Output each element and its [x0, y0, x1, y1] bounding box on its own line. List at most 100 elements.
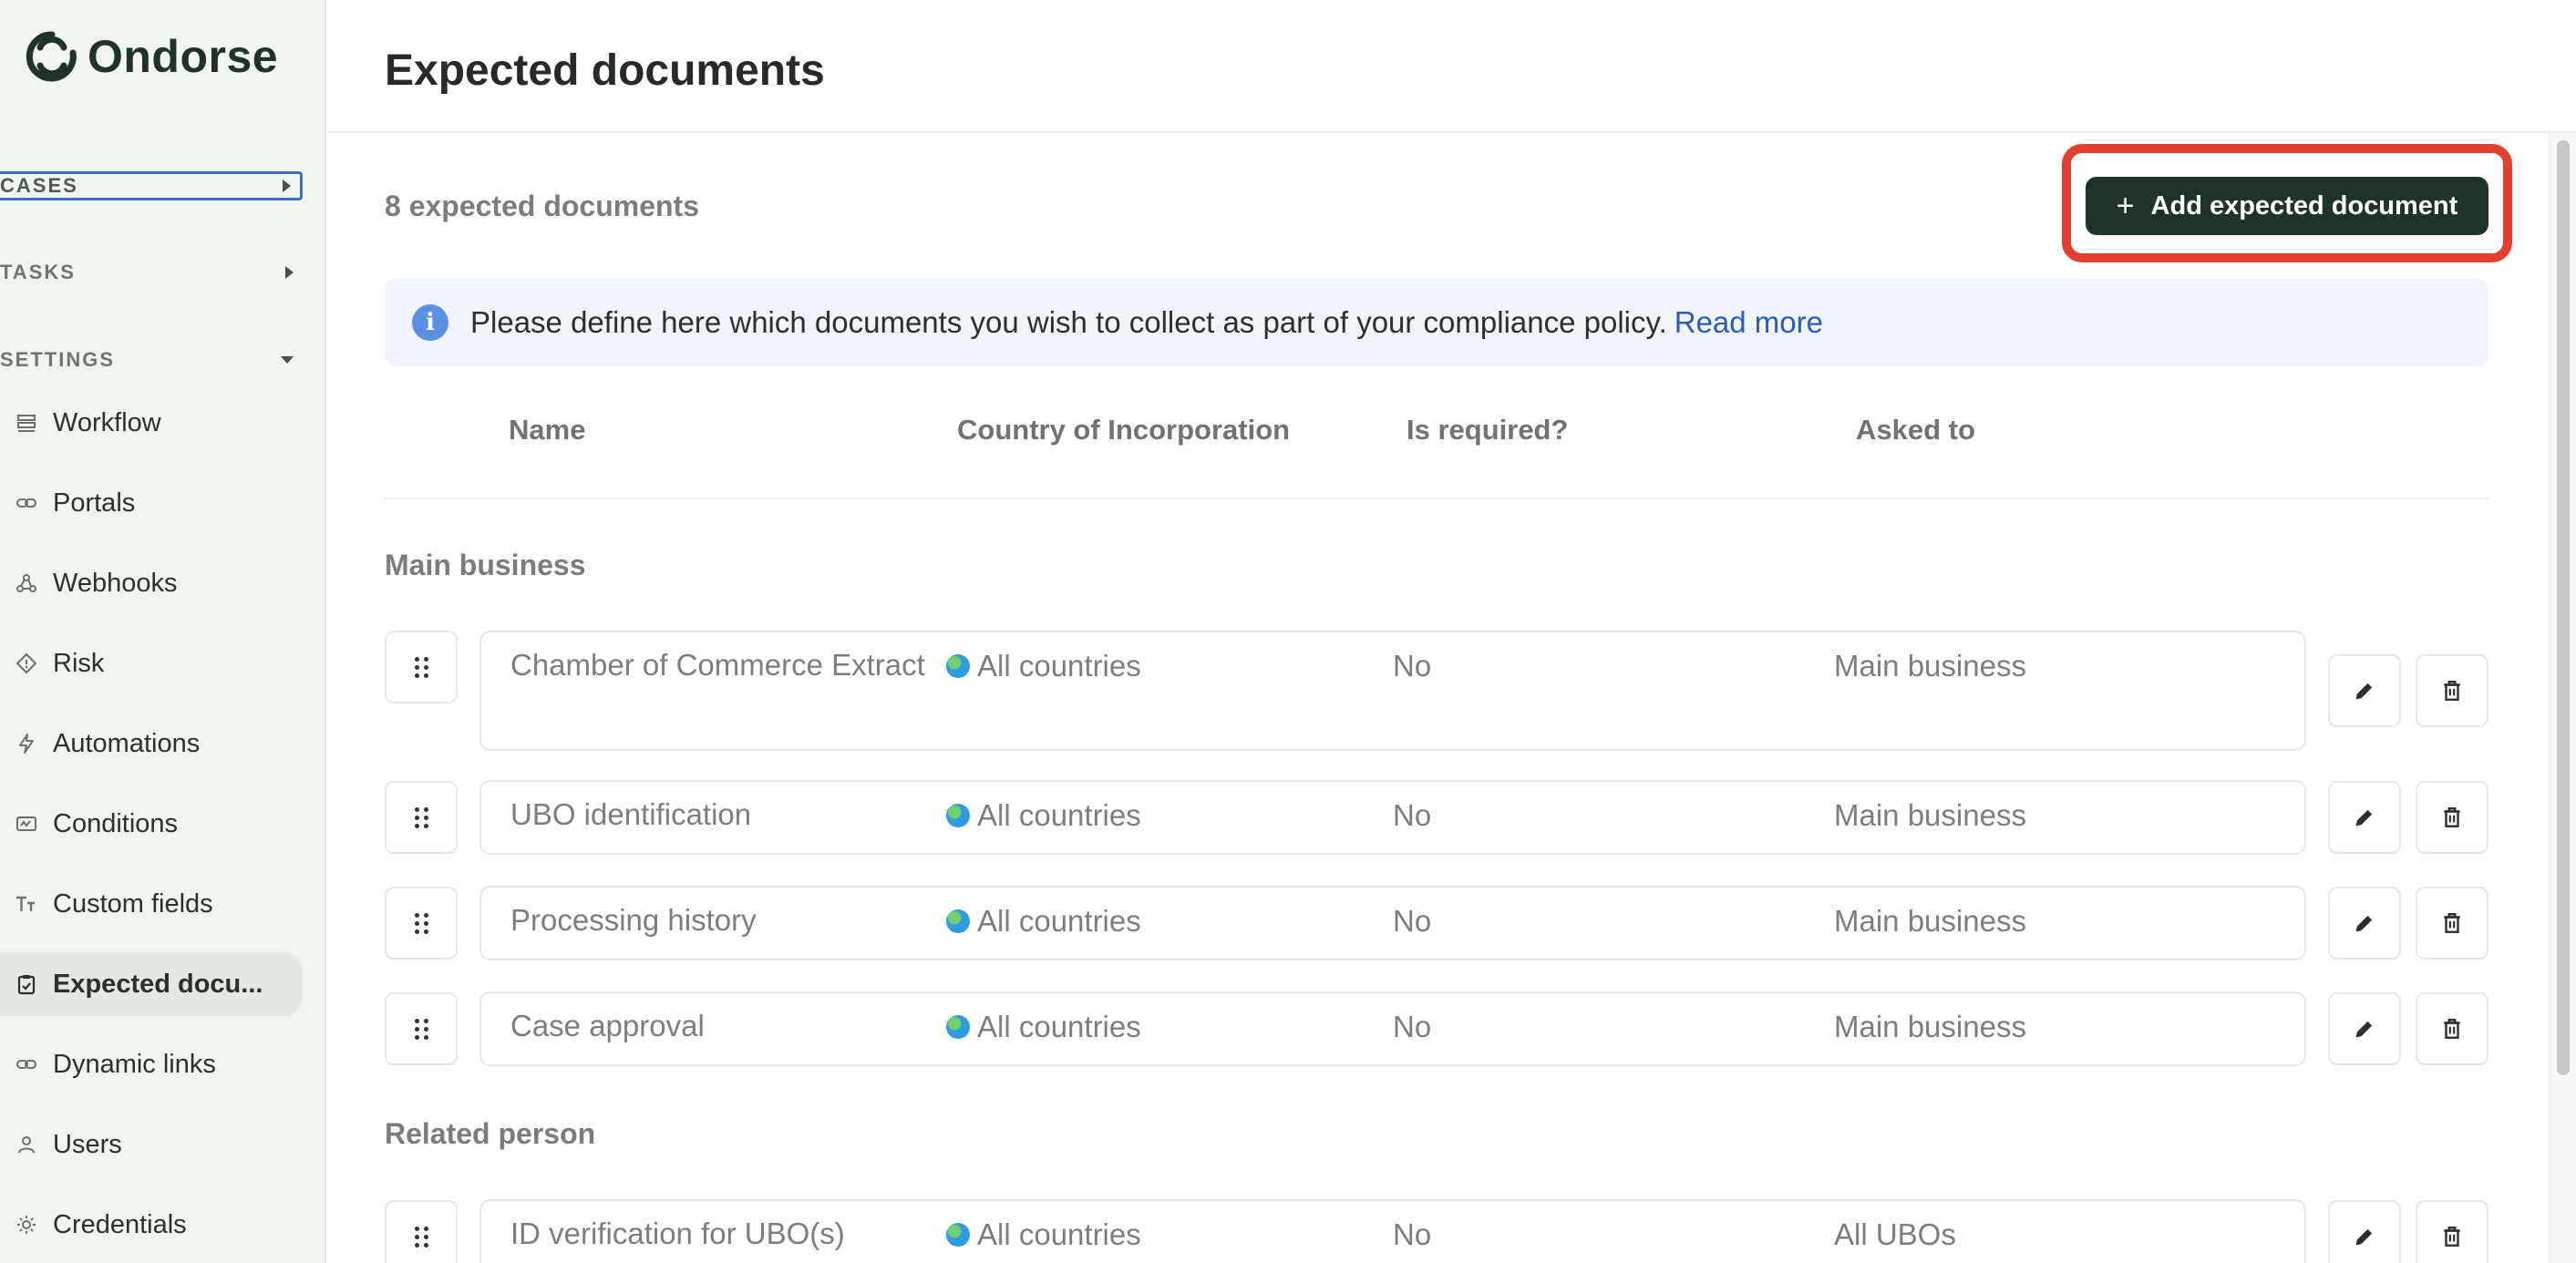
cell-asked-to: Main business	[1834, 798, 2026, 832]
delete-button[interactable]	[2416, 654, 2488, 727]
info-banner: i Please define here which documents you…	[385, 279, 2488, 366]
country-value: All countries	[977, 1010, 1141, 1043]
globe-icon	[946, 1015, 970, 1039]
user-icon	[15, 1133, 38, 1156]
drag-dots-icon	[414, 806, 428, 828]
group-title: Related person	[385, 1117, 596, 1150]
sidebar-item-label: Expected docu...	[53, 969, 263, 999]
cell-required: No	[1393, 649, 1432, 683]
globe-icon	[946, 909, 970, 933]
read-more-link[interactable]: Read more	[1674, 305, 1823, 340]
pencil-icon	[2355, 1021, 2373, 1038]
table-row[interactable]: Processing history All countries No Main…	[479, 886, 2306, 960]
group-title: Main business	[385, 549, 586, 581]
header-divider	[328, 131, 2576, 133]
sidebar-item-risk[interactable]: Risk	[0, 632, 303, 695]
clipboard-check-icon	[15, 972, 38, 996]
cell-name: Case approval	[510, 1009, 705, 1042]
drag-handle[interactable]	[385, 631, 458, 703]
sidebar-item-label: Automations	[53, 728, 201, 758]
workflow-icon	[15, 411, 38, 435]
cell-country: All countries	[946, 1217, 1141, 1252]
sidebar-item-expected-documents[interactable]: Expected docu...	[0, 952, 303, 1016]
sidebar-section-tasks[interactable]: TASKS	[0, 259, 303, 286]
cell-asked-to: Main business	[1834, 1010, 2026, 1043]
drag-handle[interactable]	[385, 887, 458, 960]
scrollbar-thumb[interactable]	[2557, 140, 2570, 1075]
country-value: All countries	[977, 1217, 1141, 1251]
cell-name: UBO identification	[510, 797, 752, 831]
cell-asked-to: Main business	[1834, 904, 2026, 938]
cell-required: No	[1393, 1010, 1432, 1043]
brand-name: Ondorse	[88, 31, 279, 82]
drag-handle[interactable]	[385, 781, 458, 854]
trash-icon	[2444, 807, 2460, 827]
lightning-icon	[15, 732, 38, 755]
country-value: All countries	[977, 904, 1141, 938]
country-value: All countries	[977, 798, 1141, 832]
sidebar-item-label: Workflow	[53, 407, 161, 437]
section-label-cases: CASES	[0, 174, 78, 197]
info-icon: i	[412, 304, 448, 341]
delete-button[interactable]	[2416, 992, 2488, 1065]
plus-icon: +	[2116, 188, 2135, 223]
edit-button[interactable]	[2328, 887, 2401, 960]
sidebar-item-automations[interactable]: Automations	[0, 712, 303, 775]
sidebar-item-label: Custom fields	[53, 888, 213, 919]
trash-icon	[2444, 681, 2460, 701]
delete-button[interactable]	[2416, 781, 2488, 854]
drag-handle[interactable]	[385, 1200, 458, 1263]
table-row[interactable]: ID verification for UBO(s) All countries…	[479, 1199, 2306, 1263]
chevron-right-icon	[285, 266, 294, 279]
country-value: All countries	[977, 649, 1141, 683]
sidebar-section-cases[interactable]: CASES	[0, 171, 303, 200]
ondorse-logo-icon	[26, 31, 77, 82]
main-content: Expected documents 8 expected documents …	[328, 0, 2576, 1263]
column-header-country: Country of Incorporation	[957, 414, 1291, 446]
sidebar-item-workflow[interactable]: Workflow	[0, 391, 303, 455]
column-header-required: Is required?	[1406, 414, 1569, 446]
pencil-icon	[2355, 915, 2373, 932]
conditions-icon	[15, 812, 38, 836]
link-icon	[15, 1052, 38, 1076]
sidebar-item-users[interactable]: Users	[0, 1113, 303, 1176]
drag-handle[interactable]	[385, 992, 458, 1065]
cell-country: All countries	[946, 904, 1141, 939]
edit-button[interactable]	[2328, 654, 2401, 727]
scrollbar[interactable]	[2549, 133, 2576, 1263]
chevron-down-icon	[281, 356, 294, 364]
globe-icon	[946, 804, 970, 827]
table-row[interactable]: UBO identification All countries No Main…	[479, 780, 2306, 855]
delete-button[interactable]	[2416, 1200, 2488, 1263]
globe-icon	[946, 654, 970, 678]
sidebar-item-webhooks[interactable]: Webhooks	[0, 551, 303, 615]
column-header-asked-to: Asked to	[1856, 414, 1975, 446]
brand-logo[interactable]: Ondorse	[20, 26, 278, 87]
trash-icon	[2444, 913, 2460, 933]
sidebar-item-custom-fields[interactable]: Custom fields	[0, 872, 303, 936]
page-title: Expected documents	[385, 46, 825, 95]
edit-button[interactable]	[2328, 1200, 2401, 1263]
edit-button[interactable]	[2328, 992, 2401, 1065]
sidebar-item-credentials[interactable]: Credentials	[0, 1193, 303, 1257]
add-expected-document-button[interactable]: + Add expected document	[2086, 177, 2488, 235]
edit-button[interactable]	[2328, 781, 2401, 854]
sidebar-item-label: Risk	[53, 648, 105, 678]
sidebar-section-settings[interactable]: SETTINGS	[0, 346, 303, 374]
table-row[interactable]: Case approval All countries No Main busi…	[479, 991, 2306, 1066]
info-text: Please define here which documents you w…	[470, 305, 1667, 339]
sidebar-item-dynamic-links[interactable]: Dynamic links	[0, 1032, 303, 1096]
sidebar-item-portals[interactable]: Portals	[0, 471, 303, 535]
drag-dots-icon	[414, 912, 428, 934]
cell-required: No	[1393, 798, 1432, 832]
section-label-tasks: TASKS	[0, 261, 76, 283]
table-row[interactable]: Chamber of Commerce Extract All countrie…	[479, 631, 2306, 751]
chevron-right-icon	[283, 180, 291, 192]
sidebar-item-label: Portals	[53, 488, 136, 518]
column-header-name: Name	[509, 414, 586, 446]
delete-button[interactable]	[2416, 887, 2488, 960]
sidebar-item-conditions[interactable]: Conditions	[0, 792, 303, 856]
trash-icon	[2444, 1019, 2460, 1039]
sidebar-item-label: Credentials	[53, 1209, 187, 1239]
cell-required: No	[1393, 1217, 1432, 1251]
